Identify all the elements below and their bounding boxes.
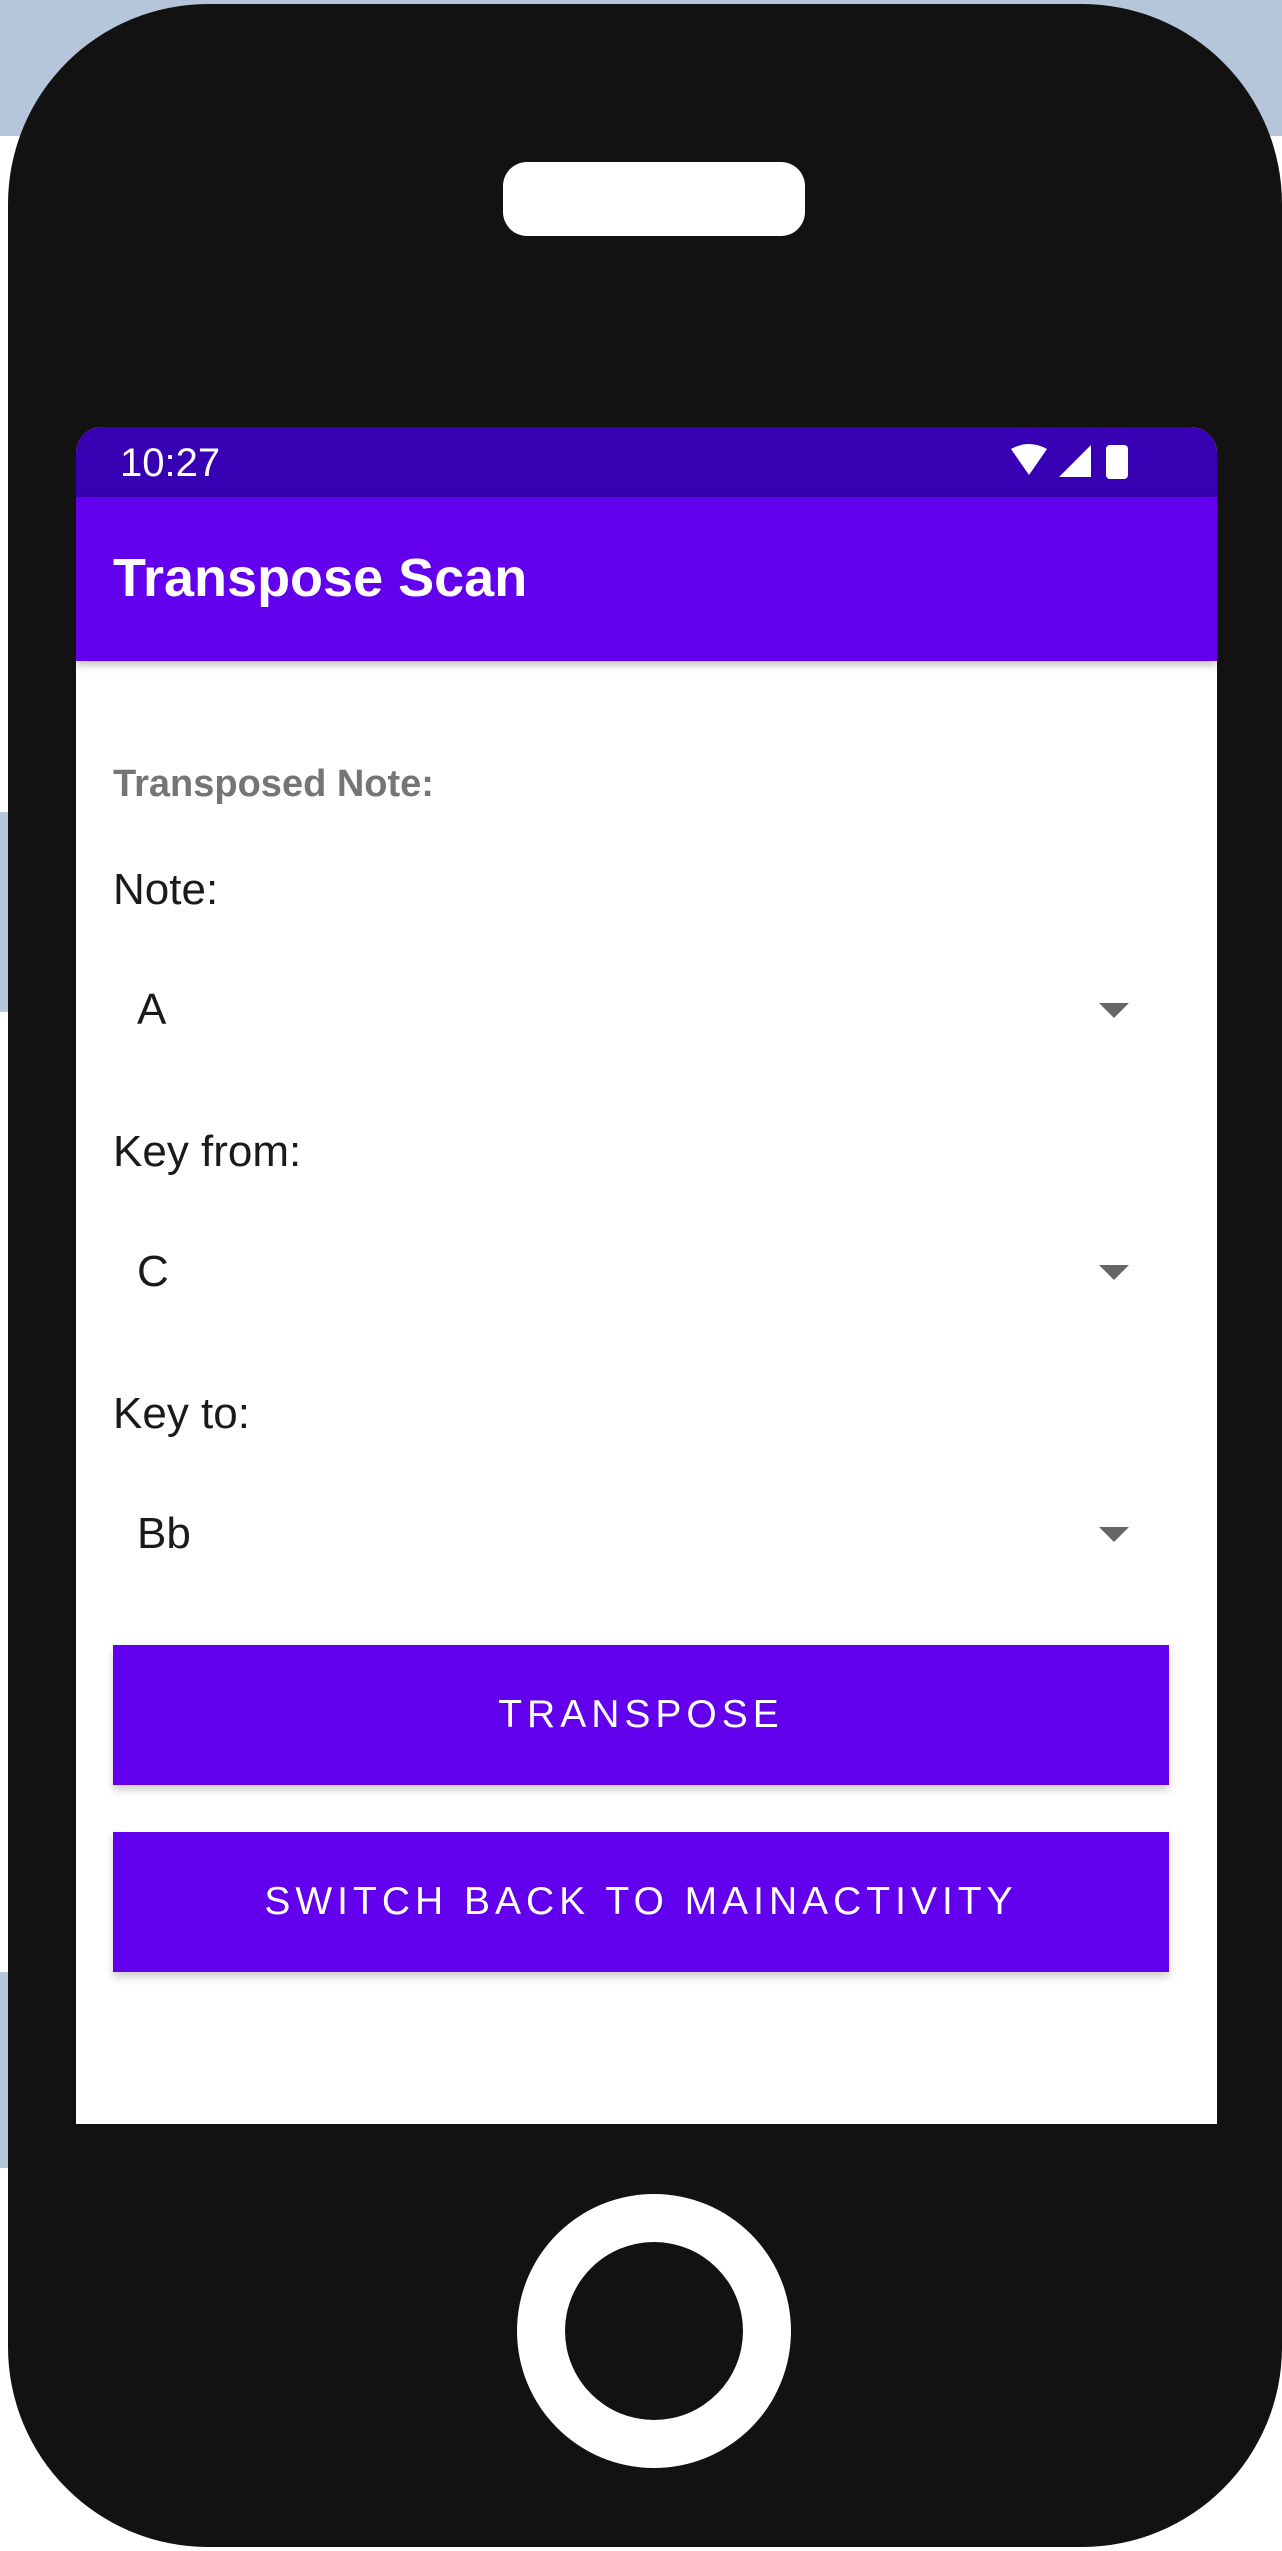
app-title: Transpose Scan xyxy=(113,548,528,608)
key-from-label: Key from: xyxy=(113,1127,302,1176)
phone-speaker xyxy=(503,162,805,236)
note-spinner[interactable]: A xyxy=(113,967,1181,1057)
transposed-note-label: Transposed Note: xyxy=(113,763,434,805)
key-to-spinner-value: Bb xyxy=(137,1509,191,1558)
key-to-spinner[interactable]: Bb xyxy=(113,1491,1181,1581)
note-spinner-value: A xyxy=(137,985,167,1034)
battery-icon xyxy=(1106,445,1128,479)
note-label: Note: xyxy=(113,865,219,914)
phone-screen: 10:27 Transpose Scan Transposed Note: No… xyxy=(76,427,1217,2124)
transpose-button[interactable]: TRANSPOSE xyxy=(113,1645,1169,1785)
home-button[interactable] xyxy=(517,2194,791,2468)
key-to-label: Key to: xyxy=(113,1389,250,1438)
key-from-spinner[interactable]: C xyxy=(113,1229,1181,1319)
dropdown-arrow-icon xyxy=(1099,1003,1129,1018)
dropdown-arrow-icon xyxy=(1099,1527,1129,1542)
home-button-center xyxy=(565,2242,743,2420)
cell-signal-icon xyxy=(1059,445,1091,477)
app-bar: Transpose Scan xyxy=(76,497,1217,661)
wifi-icon xyxy=(1011,444,1047,475)
status-bar: 10:27 xyxy=(76,427,1217,497)
status-icons xyxy=(1011,444,1128,479)
key-from-spinner-value: C xyxy=(137,1247,169,1296)
dropdown-arrow-icon xyxy=(1099,1265,1129,1280)
switch-back-button[interactable]: SWITCH BACK TO MAINACTIVITY xyxy=(113,1832,1169,1972)
status-time: 10:27 xyxy=(120,441,221,485)
